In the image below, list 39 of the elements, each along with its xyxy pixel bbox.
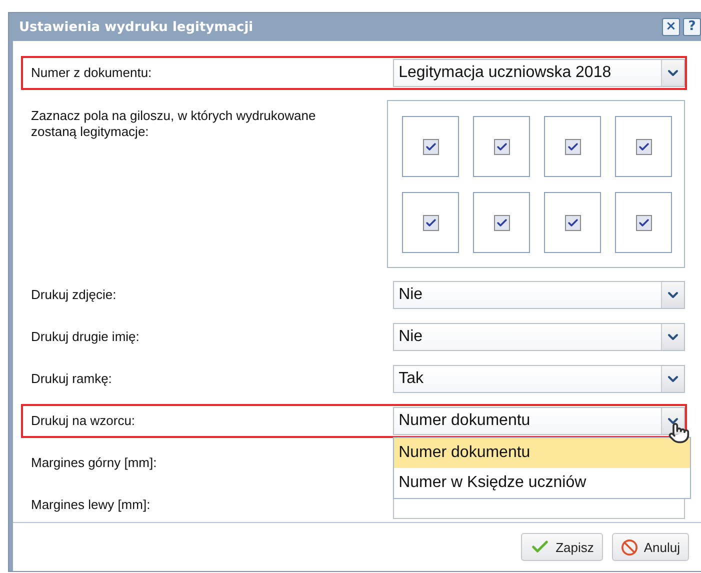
close-button[interactable]: × bbox=[662, 18, 680, 36]
dropdown-field[interactable]: Nie bbox=[392, 323, 685, 351]
field-label: Drukuj na wzorcu: bbox=[30, 413, 136, 429]
dropdown-field[interactable]: Tak bbox=[392, 365, 685, 393]
check-icon bbox=[638, 216, 650, 228]
chevron-down-icon[interactable] bbox=[661, 282, 684, 308]
field-label: Drukuj drugie imię: bbox=[30, 329, 140, 345]
check-icon bbox=[496, 216, 508, 228]
checkbox[interactable] bbox=[636, 138, 652, 154]
dropdown-field[interactable]: Nie bbox=[392, 281, 685, 309]
check-icon bbox=[638, 140, 650, 152]
help-button[interactable]: ? bbox=[683, 18, 701, 36]
field-label: Margines lewy [mm]: bbox=[30, 497, 152, 513]
checkbox[interactable] bbox=[422, 138, 438, 154]
checkbox[interactable] bbox=[564, 214, 580, 230]
save-button[interactable]: Zapisz bbox=[520, 533, 603, 561]
checkbox[interactable] bbox=[494, 138, 510, 154]
chevron-down-icon[interactable] bbox=[661, 324, 684, 350]
dropdown-option[interactable]: Numer dokumentu bbox=[394, 438, 690, 468]
cancel-icon bbox=[620, 538, 638, 556]
check-icon bbox=[424, 140, 436, 152]
check-icon bbox=[424, 216, 436, 228]
checkbox[interactable] bbox=[422, 214, 438, 230]
field-label: Numer z dokumentu: bbox=[30, 65, 153, 81]
dropdown-field[interactable]: Legitymacja uczniowska 2018 bbox=[392, 59, 685, 87]
field-label: Zaznacz pola na giloszu, w których wydrukowane zostaną legitymacje: bbox=[30, 107, 317, 140]
field-label: Drukuj ramkę: bbox=[30, 371, 113, 387]
field-label: Margines górny [mm]: bbox=[30, 455, 158, 471]
chevron-down-icon[interactable] bbox=[661, 366, 684, 392]
checkbox[interactable] bbox=[564, 138, 580, 154]
window-title: Ustawienia wydruku legitymacji bbox=[19, 20, 254, 34]
cancel-button[interactable]: Anuluj bbox=[612, 533, 689, 561]
checkbox[interactable] bbox=[494, 214, 510, 230]
check-icon bbox=[496, 140, 508, 152]
check-icon bbox=[566, 216, 578, 228]
checkbox[interactable] bbox=[636, 214, 652, 230]
field-label: Drukuj zdjęcie: bbox=[30, 287, 118, 303]
chevron-down-icon[interactable] bbox=[661, 60, 684, 86]
check-icon bbox=[566, 140, 578, 152]
